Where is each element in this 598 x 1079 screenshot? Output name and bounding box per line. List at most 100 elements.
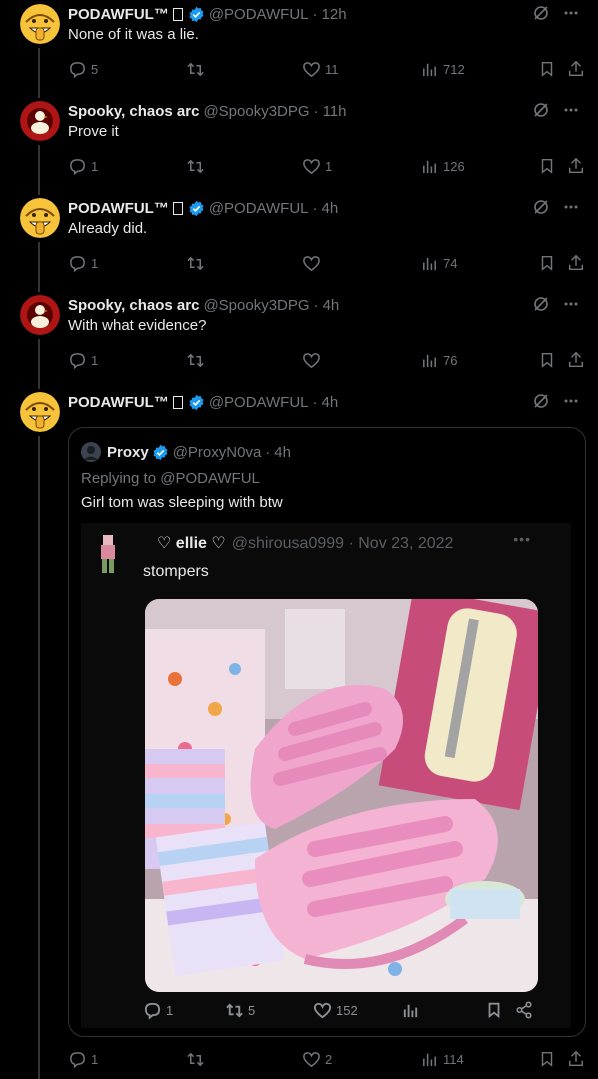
more-icon[interactable] (562, 101, 580, 119)
thread-line (38, 242, 40, 292)
bookmark-button[interactable] (538, 1050, 556, 1068)
sneakers-photo[interactable] (145, 599, 538, 992)
like-count: 1 (325, 158, 333, 174)
avatar[interactable] (20, 4, 60, 44)
avatar[interactable] (20, 198, 60, 238)
share-button[interactable] (567, 351, 585, 369)
bookmark-button[interactable] (538, 254, 556, 272)
handle[interactable]: @Spooky3DPG (203, 297, 309, 314)
handle[interactable]: @PODAWFUL (209, 394, 309, 411)
handle[interactable]: @PODAWFUL (209, 200, 309, 217)
retweet-icon (186, 351, 205, 370)
quoted-handle[interactable]: @ProxyN0va (173, 444, 262, 461)
quoted-display-name[interactable]: Proxy (107, 444, 149, 461)
analytics-icon (420, 60, 439, 79)
views-button[interactable]: 712 (420, 60, 465, 79)
tweet-text: With what evidence? (68, 317, 207, 334)
heart-icon (302, 60, 321, 79)
display-name[interactable]: PODAWFUL™ (68, 6, 169, 23)
grok-icon[interactable] (532, 392, 550, 410)
handle[interactable]: @Spooky3DPG (203, 103, 309, 120)
more-icon[interactable] (562, 295, 580, 313)
embedded-retweet: 5 (225, 1001, 255, 1020)
like-button[interactable]: 11 (302, 60, 339, 79)
like-button[interactable]: 2 (302, 1050, 332, 1069)
quoted-avatar[interactable] (81, 442, 101, 462)
tweet-3[interactable]: PODAWFUL™ @PODAWFUL · 4h Already did. 1 … (0, 198, 598, 292)
retweet-button[interactable] (186, 1050, 209, 1069)
heart-icon (302, 254, 321, 273)
reply-button[interactable]: 1 (68, 157, 98, 176)
timestamp[interactable]: 12h (322, 6, 347, 23)
retweet-icon (186, 254, 205, 273)
display-name[interactable]: PODAWFUL™ (68, 394, 169, 411)
tweet-1[interactable]: PODAWFUL™ @PODAWFUL · 12h None of it was… (0, 4, 598, 98)
retweet-button[interactable] (186, 157, 209, 176)
analytics-icon (420, 1050, 439, 1069)
reply-button[interactable]: 1 (68, 254, 98, 273)
share-button[interactable] (567, 60, 585, 78)
retweet-button[interactable] (186, 254, 209, 273)
retweet-button[interactable] (186, 60, 209, 79)
like-button[interactable] (302, 254, 325, 273)
view-count: 712 (443, 61, 465, 77)
replying-to[interactable]: Replying to @PODAWFUL (81, 470, 260, 487)
avatar[interactable] (20, 392, 60, 432)
reply-count: 1 (91, 158, 99, 174)
bookmark-button[interactable] (538, 157, 556, 175)
share-button[interactable] (567, 254, 585, 272)
embedded-screenshot[interactable]: ♡ ellie ♡ @shirousa0999 · Nov 23, 2022 ••… (81, 523, 571, 1028)
retweet-button[interactable] (186, 351, 209, 370)
share-icon (567, 60, 585, 78)
thread-line (38, 436, 40, 1079)
views-button[interactable]: 126 (420, 157, 465, 176)
avatar[interactable] (20, 295, 60, 335)
separator: · (312, 393, 318, 411)
reply-icon (68, 60, 87, 79)
bookmark-button[interactable] (538, 60, 556, 78)
quoted-timestamp[interactable]: 4h (274, 444, 291, 461)
timestamp[interactable]: 11h (323, 103, 347, 120)
view-count: 76 (443, 352, 458, 368)
quoted-text: Girl tom was sleeping with btw (81, 494, 283, 511)
bookmark-button[interactable] (538, 351, 556, 369)
timestamp[interactable]: 4h (322, 394, 339, 411)
tweet-2[interactable]: Spooky, chaos arc @Spooky3DPG · 11h Prov… (0, 101, 598, 195)
like-button[interactable] (302, 351, 325, 370)
bookmark-icon (538, 1050, 556, 1068)
emoji-placeholder-icon (172, 395, 183, 409)
like-button[interactable]: 1 (302, 157, 332, 176)
reply-button[interactable]: 1 (68, 1050, 98, 1069)
tweet-text: Prove it (68, 123, 119, 140)
share-button[interactable] (567, 1050, 585, 1068)
display-name[interactable]: Spooky, chaos arc (68, 103, 199, 120)
display-name[interactable]: PODAWFUL™ (68, 200, 169, 217)
reply-button[interactable]: 1 (68, 351, 98, 370)
quoted-tweet[interactable]: Proxy @ProxyN0va · 4h Replying to @PODAW… (68, 427, 586, 1037)
retweet-icon (186, 60, 205, 79)
views-button[interactable]: 74 (420, 254, 457, 273)
embedded-more-icon: ••• (513, 531, 531, 547)
grok-icon[interactable] (532, 295, 550, 313)
reply-icon (68, 351, 87, 370)
display-name[interactable]: Spooky, chaos arc (68, 297, 199, 314)
analytics-icon (420, 157, 439, 176)
verified-badge-icon (152, 444, 169, 461)
more-icon[interactable] (562, 392, 580, 410)
view-count: 114 (443, 1051, 464, 1067)
more-icon[interactable] (562, 4, 580, 22)
reply-icon (68, 254, 87, 273)
views-button[interactable]: 114 (420, 1050, 464, 1069)
grok-icon[interactable] (532, 4, 550, 22)
share-button[interactable] (567, 157, 585, 175)
more-icon[interactable] (562, 198, 580, 216)
views-button[interactable]: 76 (420, 351, 457, 370)
grok-icon[interactable] (532, 198, 550, 216)
timestamp[interactable]: 4h (322, 200, 339, 217)
tweet-4[interactable]: Spooky, chaos arc @Spooky3DPG · 4h With … (0, 295, 598, 389)
avatar[interactable] (20, 101, 60, 141)
handle[interactable]: @PODAWFUL (209, 6, 309, 23)
reply-button[interactable]: 5 (68, 60, 98, 79)
timestamp[interactable]: 4h (323, 297, 340, 314)
grok-icon[interactable] (532, 101, 550, 119)
